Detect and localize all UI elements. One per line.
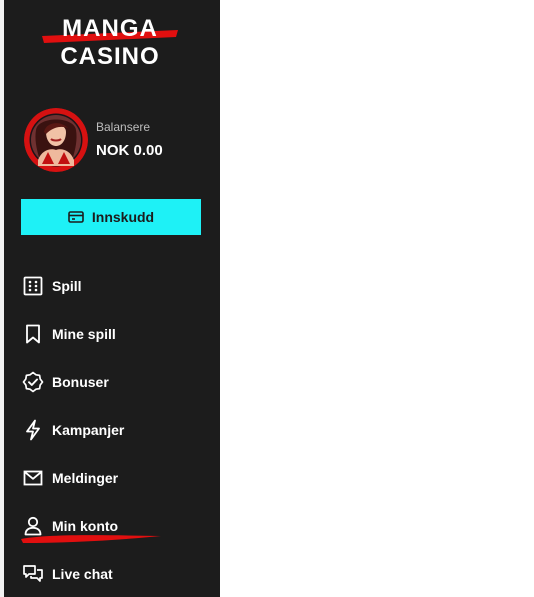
lightning-icon (22, 419, 44, 441)
nav-item-live-chat[interactable]: Live chat (22, 550, 212, 597)
avatar[interactable] (24, 108, 88, 172)
nav-item-mine-spill[interactable]: Mine spill (22, 310, 212, 358)
app-window: MANGA CASINO Balansere NOK 0.00 Innskudd… (0, 0, 534, 597)
nav-label-mine-spill: Mine spill (52, 326, 116, 342)
nav-label-meldinger: Meldinger (52, 470, 119, 486)
avatar-illustration (24, 108, 88, 172)
sidebar: MANGA CASINO Balansere NOK 0.00 Innskudd… (4, 0, 220, 597)
nav-item-meldinger[interactable]: Meldinger (22, 454, 212, 502)
nav-label-spill: Spill (52, 278, 82, 294)
nav-label-kampanjer: Kampanjer (52, 422, 125, 438)
manga-casino-logo[interactable]: MANGA CASINO (40, 12, 180, 70)
nav-label-min-konto: Min konto (52, 518, 119, 534)
nav-label-live-chat: Live chat (52, 566, 113, 582)
nav-item-min-konto[interactable]: Min konto (21, 502, 212, 550)
main-nav: Spill Mine spill Bonuser Kampanjer Meldi… (21, 262, 212, 597)
badge-check-icon (22, 371, 44, 393)
profile-summary: Balansere NOK 0.00 (24, 108, 214, 172)
deposit-button[interactable]: Innskudd (21, 199, 201, 235)
wallet-icon (68, 211, 84, 223)
balance-value: NOK 0.00 (96, 142, 163, 159)
logo-graphic: MANGA CASINO (42, 15, 178, 70)
nav-item-spill[interactable]: Spill (22, 262, 212, 310)
nav-item-bonuser[interactable]: Bonuser (22, 358, 212, 406)
logo-line-1: MANGA (62, 15, 158, 42)
user-icon (22, 515, 44, 537)
balance-label: Balansere (96, 120, 151, 134)
main-content-area (220, 0, 534, 597)
games-grid-icon (22, 275, 44, 297)
logo-line-2: CASINO (60, 43, 159, 70)
nav-item-kampanjer[interactable]: Kampanjer (22, 406, 212, 454)
envelope-icon (22, 467, 44, 489)
chat-bubbles-icon (22, 563, 44, 585)
bookmark-icon (22, 323, 44, 345)
nav-label-bonuser: Bonuser (52, 374, 109, 390)
deposit-label: Innskudd (91, 209, 155, 225)
